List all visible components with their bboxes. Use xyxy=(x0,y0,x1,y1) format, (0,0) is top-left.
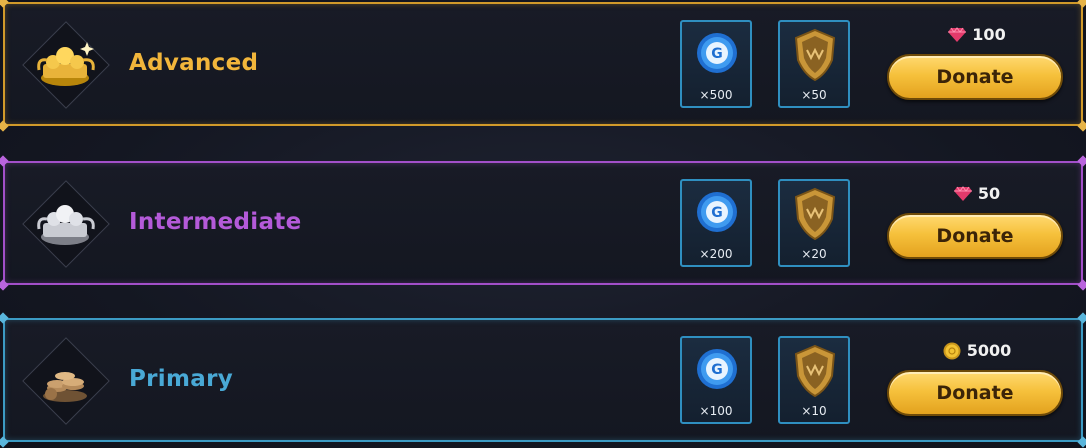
reward-quantity: ×200 xyxy=(699,247,733,261)
blue-coin-icon: G xyxy=(697,349,737,389)
reward-slot-blue-coin[interactable]: G ×100 xyxy=(680,336,752,424)
reward-quantity: ×100 xyxy=(699,404,733,418)
golden-shield-icon xyxy=(794,344,836,398)
corner-ornament xyxy=(0,0,9,8)
reward-slot-golden-shield[interactable]: ×10 xyxy=(778,336,850,424)
gem-icon xyxy=(948,26,967,42)
gold-coin-icon xyxy=(943,342,961,359)
donation-cost: 50 xyxy=(887,183,1067,203)
donate-button[interactable]: Donate xyxy=(887,213,1063,259)
corner-ornament xyxy=(0,279,9,291)
donation-cost: 5000 xyxy=(887,340,1067,360)
corner-ornament xyxy=(0,120,9,132)
cost-amount: 5000 xyxy=(966,341,1012,360)
donate-button[interactable]: Donate xyxy=(887,54,1063,100)
corner-ornament xyxy=(1077,312,1086,324)
reward-quantity: ×50 xyxy=(801,88,827,102)
tier-card-primary: Primary G ×100 ×10 5000 Donate xyxy=(0,312,1086,448)
corner-ornament xyxy=(0,312,9,324)
gem-icon xyxy=(953,185,972,201)
corner-ornament xyxy=(1077,279,1086,291)
golden-shield-icon xyxy=(794,28,836,82)
tier-title: Intermediate xyxy=(129,209,302,235)
reward-slot-golden-shield[interactable]: ×50 xyxy=(778,20,850,108)
golden-shield-icon xyxy=(794,187,836,241)
corner-ornament xyxy=(1077,155,1086,167)
donate-button[interactable]: Donate xyxy=(887,370,1063,416)
gold-treasure-emblem-icon xyxy=(21,20,110,109)
reward-slot-golden-shield[interactable]: ×20 xyxy=(778,179,850,267)
corner-ornament xyxy=(1077,436,1086,448)
corner-ornament xyxy=(1077,120,1086,132)
svg-text:G: G xyxy=(711,362,723,378)
cost-amount: 100 xyxy=(972,25,1006,44)
tier-card-intermediate: Intermediate G ×200 ×20 50 Donate xyxy=(0,155,1086,291)
donation-cost: 100 xyxy=(887,24,1067,44)
bronze-coin-pile-emblem-icon xyxy=(21,336,110,425)
reward-slot-blue-coin[interactable]: G ×200 xyxy=(680,179,752,267)
tier-title: Advanced xyxy=(129,50,259,76)
reward-quantity: ×20 xyxy=(801,247,827,261)
reward-quantity: ×500 xyxy=(699,88,733,102)
corner-ornament xyxy=(0,436,9,448)
cost-amount: 50 xyxy=(977,184,1001,203)
reward-quantity: ×10 xyxy=(801,404,827,418)
silver-treasure-emblem-icon xyxy=(21,179,110,268)
tier-card-advanced: Advanced G ×500 ×50 100 Donate xyxy=(0,0,1086,132)
svg-text:G: G xyxy=(711,46,723,62)
tier-title: Primary xyxy=(129,366,234,392)
blue-coin-icon: G xyxy=(697,192,737,232)
corner-ornament xyxy=(0,155,9,167)
blue-coin-icon: G xyxy=(697,33,737,73)
svg-text:G: G xyxy=(711,205,723,221)
corner-ornament xyxy=(1077,0,1086,8)
reward-slot-blue-coin[interactable]: G ×500 xyxy=(680,20,752,108)
